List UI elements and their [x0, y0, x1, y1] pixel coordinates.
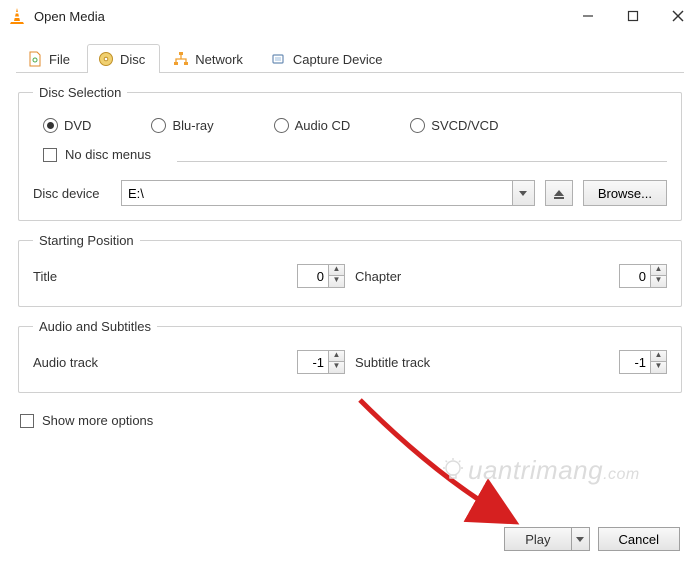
audio-subtitles-legend: Audio and Subtitles — [33, 319, 157, 334]
disc-icon — [98, 51, 114, 67]
eject-icon — [554, 190, 564, 196]
capture-device-icon — [271, 51, 287, 67]
no-disc-menus-label: No disc menus — [65, 147, 151, 162]
radio-audiocd-label: Audio CD — [295, 118, 351, 133]
lightbulb-icon — [440, 457, 466, 490]
tab-network[interactable]: Network — [162, 44, 258, 73]
subtitle-track-label: Subtitle track — [355, 355, 437, 370]
tab-file-label: File — [49, 52, 70, 67]
title-label: Title — [33, 269, 115, 284]
disc-device-combo[interactable] — [121, 180, 513, 206]
radio-indicator-icon — [43, 118, 58, 133]
show-more-options-checkbox[interactable] — [20, 414, 34, 428]
tab-capture-label: Capture Device — [293, 52, 383, 67]
play-button[interactable]: Play — [504, 527, 571, 551]
watermark: uantrimang.com — [440, 455, 640, 490]
file-icon — [27, 51, 43, 67]
tab-capture[interactable]: Capture Device — [260, 44, 398, 73]
starting-position-legend: Starting Position — [33, 233, 140, 248]
separator — [177, 161, 667, 162]
radio-audiocd[interactable]: Audio CD — [274, 118, 351, 133]
vlc-cone-icon — [8, 7, 26, 25]
tab-file[interactable]: File — [16, 44, 85, 73]
play-dropdown-button[interactable] — [572, 527, 590, 551]
close-button[interactable] — [655, 0, 700, 32]
radio-indicator-icon — [151, 118, 166, 133]
subtitle-track-spinner[interactable] — [619, 350, 651, 374]
network-icon — [173, 51, 189, 67]
chapter-label: Chapter — [355, 269, 437, 284]
minimize-button[interactable] — [565, 0, 610, 32]
starting-position-group: Starting Position Title ▲▼ Chapter ▲▼ — [18, 233, 682, 307]
chevron-down-icon — [576, 537, 584, 542]
disc-device-dropdown-button[interactable] — [513, 180, 535, 206]
tab-disc[interactable]: Disc — [87, 44, 160, 73]
title-spinner[interactable] — [297, 264, 329, 288]
source-tabs: File Disc Network Capture Device — [16, 44, 684, 73]
chapter-spinner[interactable] — [619, 264, 651, 288]
radio-indicator-icon — [274, 118, 289, 133]
browse-button[interactable]: Browse... — [583, 180, 667, 206]
tab-disc-label: Disc — [120, 52, 145, 67]
radio-bluray[interactable]: Blu-ray — [151, 118, 213, 133]
maximize-button[interactable] — [610, 0, 655, 32]
dialog-footer: Play Cancel — [504, 527, 680, 551]
disc-selection-group: Disc Selection DVD Blu-ray Audio CD SVCD… — [18, 85, 682, 221]
cancel-button[interactable]: Cancel — [598, 527, 680, 551]
titlebar: Open Media — [0, 0, 700, 32]
show-more-options-label: Show more options — [42, 413, 153, 428]
disc-selection-legend: Disc Selection — [33, 85, 127, 100]
radio-svcd[interactable]: SVCD/VCD — [410, 118, 498, 133]
radio-dvd-label: DVD — [64, 118, 91, 133]
radio-bluray-label: Blu-ray — [172, 118, 213, 133]
audio-track-label: Audio track — [33, 355, 115, 370]
tab-network-label: Network — [195, 52, 243, 67]
radio-dvd[interactable]: DVD — [43, 118, 91, 133]
no-disc-menus-checkbox[interactable] — [43, 148, 57, 162]
audio-subtitles-group: Audio and Subtitles Audio track ▲▼ Subti… — [18, 319, 682, 393]
audio-track-spinner[interactable] — [297, 350, 329, 374]
radio-svcd-label: SVCD/VCD — [431, 118, 498, 133]
radio-indicator-icon — [410, 118, 425, 133]
disc-device-label: Disc device — [33, 186, 111, 201]
spin-down-icon[interactable]: ▼ — [651, 362, 667, 374]
eject-button[interactable] — [545, 180, 573, 206]
chevron-down-icon — [519, 191, 527, 196]
spin-down-icon[interactable]: ▼ — [329, 362, 345, 374]
window-title: Open Media — [34, 9, 565, 24]
spin-down-icon[interactable]: ▼ — [329, 276, 345, 288]
spin-down-icon[interactable]: ▼ — [651, 276, 667, 288]
